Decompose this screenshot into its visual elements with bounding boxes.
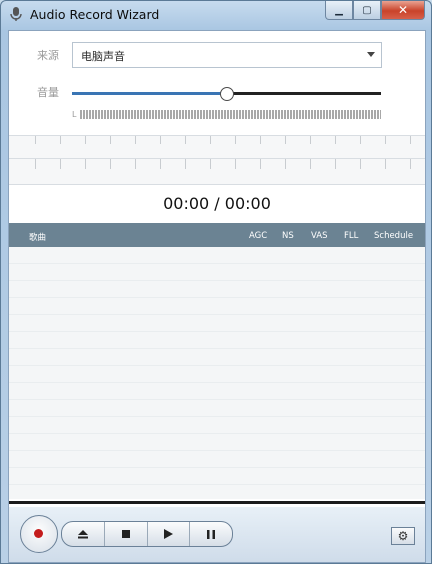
timeline-tick — [160, 159, 161, 169]
title-bar[interactable]: Audio Record Wizard ▁ ▢ ✕ — [1, 1, 431, 29]
timeline-tick — [385, 136, 386, 144]
timeline-tick — [260, 159, 261, 169]
timeline-tick — [35, 136, 36, 144]
source-label: 来源 — [37, 49, 59, 62]
volume-slider-thumb[interactable] — [220, 87, 234, 101]
maximize-icon: ▢ — [362, 4, 372, 16]
progress-bar[interactable] — [9, 501, 425, 504]
meter-bar — [80, 109, 381, 119]
source-value: 电脑声音 — [81, 50, 125, 63]
timeline-tick — [35, 159, 36, 169]
record-button[interactable] — [20, 515, 58, 553]
pause-icon — [207, 529, 216, 539]
volume-slider-track — [227, 92, 381, 95]
transport-controls — [61, 521, 233, 547]
timeline-tick — [60, 136, 61, 144]
timeline-tick — [135, 136, 136, 144]
timeline-tick — [410, 136, 411, 144]
timeline-tick — [185, 159, 186, 169]
meter-channel-label: L — [72, 109, 77, 119]
timeline-tick — [360, 159, 361, 169]
timeline-tick — [410, 159, 411, 169]
stop-button[interactable] — [105, 522, 148, 546]
source-dropdown[interactable]: 电脑声音 — [72, 42, 382, 68]
chevron-down-icon — [367, 52, 375, 57]
timeline-tick — [335, 159, 336, 169]
timeline-tick — [235, 136, 236, 144]
main-panel: 来源 电脑声音 音量 L 00:00 / 00:00 歌曲 AGC NS VAS… — [8, 30, 426, 563]
app-window: Audio Record Wizard ▁ ▢ ✕ 来源 电脑声音 音量 L 0… — [0, 0, 432, 564]
timeline-tick — [310, 136, 311, 144]
timeline-tick — [110, 159, 111, 169]
minimize-icon: ▁ — [335, 4, 343, 16]
timeline-tick — [285, 159, 286, 169]
settings-button[interactable]: ⚙ — [391, 527, 415, 545]
column-header-ns[interactable]: NS — [282, 231, 294, 241]
timeline-tick — [210, 159, 211, 169]
timeline-tick — [310, 159, 311, 169]
eject-button[interactable] — [62, 522, 105, 546]
window-title: Audio Record Wizard — [30, 7, 160, 22]
stop-icon — [121, 530, 130, 538]
table-header: 歌曲 AGC NS VAS FLL Schedule — [9, 223, 425, 247]
timeline-tick — [285, 136, 286, 144]
timeline-tick — [260, 136, 261, 144]
column-header-fll[interactable]: FLL — [344, 231, 358, 241]
timeline-tick — [60, 159, 61, 169]
timeline-tick — [85, 159, 86, 169]
volume-slider-fill — [72, 92, 227, 95]
gear-icon: ⚙ — [397, 529, 409, 543]
timeline-tick — [85, 136, 86, 144]
eject-icon — [77, 529, 88, 538]
column-header-schedule[interactable]: Schedule — [374, 231, 413, 241]
microphone-icon — [10, 7, 22, 21]
volume-slider[interactable] — [72, 87, 381, 101]
timeline-divider — [9, 158, 425, 159]
timeline-tick — [135, 159, 136, 169]
column-header-vas[interactable]: VAS — [311, 231, 327, 241]
level-meter: L — [72, 109, 381, 119]
volume-label: 音量 — [37, 86, 59, 99]
timeline-tick — [335, 136, 336, 144]
pause-button[interactable] — [190, 522, 232, 546]
minimize-button[interactable]: ▁ — [325, 1, 353, 20]
track-list[interactable] — [9, 247, 425, 499]
source-row: 来源 电脑声音 — [9, 40, 425, 70]
timeline-tick — [185, 136, 186, 144]
timeline-tick — [160, 136, 161, 144]
timeline[interactable] — [9, 135, 425, 185]
record-icon — [34, 529, 43, 538]
timeline-tick — [360, 136, 361, 144]
close-icon: ✕ — [397, 3, 409, 17]
timeline-tick — [210, 136, 211, 144]
play-button[interactable] — [148, 522, 191, 546]
transport-bar: ⚙ — [9, 507, 425, 562]
timeline-tick — [110, 136, 111, 144]
close-button[interactable]: ✕ — [381, 1, 425, 20]
maximize-button[interactable]: ▢ — [353, 1, 381, 20]
column-header-agc[interactable]: AGC — [249, 231, 267, 241]
play-icon — [163, 529, 173, 539]
column-header-song[interactable]: 歌曲 — [29, 231, 46, 243]
timeline-tick — [385, 159, 386, 169]
timeline-tick — [235, 159, 236, 169]
time-display: 00:00 / 00:00 — [163, 194, 271, 213]
